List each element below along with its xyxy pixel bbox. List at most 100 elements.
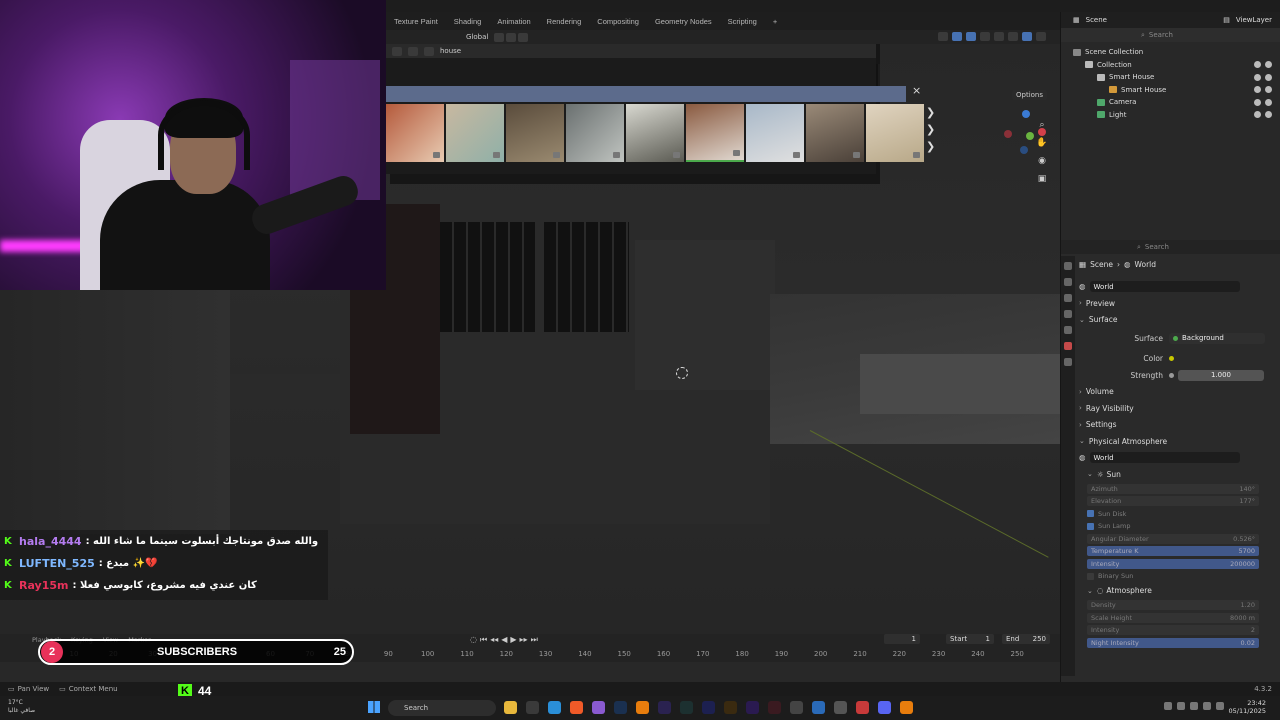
azimuth-field[interactable]: Azimuth 140° — [1087, 483, 1259, 494]
photoshop-icon[interactable] — [614, 701, 627, 714]
camera-view-icon[interactable]: ◉ — [1036, 156, 1048, 168]
pan-hand-icon[interactable]: ✋ — [1036, 138, 1048, 150]
outliner-search-input[interactable]: Search — [1149, 31, 1173, 39]
asset-thumbnail[interactable] — [806, 104, 864, 162]
tool-tab-icon[interactable] — [1064, 262, 1072, 270]
premiere-icon[interactable] — [746, 701, 759, 714]
language-icon[interactable] — [1177, 702, 1185, 710]
render-tab-icon[interactable] — [1064, 278, 1072, 286]
camera-render-icon[interactable] — [1265, 86, 1272, 94]
asset-thumbnail[interactable] — [746, 104, 804, 162]
discord-icon[interactable] — [878, 701, 891, 714]
asset-thumbnail[interactable] — [866, 104, 924, 162]
intensity-field[interactable]: Intensity 200000 — [1087, 558, 1259, 569]
outliner-row[interactable]: Camera — [1061, 96, 1280, 109]
visual-studio-icon[interactable] — [592, 701, 605, 714]
audition-icon[interactable] — [680, 701, 693, 714]
view-mode-icon[interactable] — [408, 46, 418, 56]
gizmo-neg-x-dot[interactable] — [1004, 130, 1012, 138]
atm-intensity-field[interactable]: Intensity 2 — [1087, 625, 1259, 636]
start-frame-field[interactable]: Start 1 — [946, 634, 994, 644]
next-page-icon[interactable]: ❯ — [926, 140, 935, 153]
panel-atmosphere[interactable]: ⌄ ◌ Atmosphere — [1079, 583, 1279, 600]
intensity[interactable]: Intensity 200000 — [1087, 558, 1279, 571]
store-icon[interactable] — [526, 701, 539, 714]
output-tab-icon[interactable] — [1064, 294, 1072, 302]
wireframe-shading-icon[interactable] — [994, 32, 1004, 41]
current-frame-field[interactable]: 1 — [884, 634, 920, 644]
temperature[interactable]: Temperature K 5700 — [1087, 545, 1279, 558]
camera-render-icon[interactable] — [1265, 111, 1272, 119]
jump-end-icon[interactable]: ⏭ — [531, 635, 538, 645]
outliner-row[interactable]: Scene Collection — [1061, 46, 1280, 59]
eye-icon[interactable] — [1254, 98, 1261, 106]
wifi-icon[interactable] — [1190, 702, 1198, 710]
tab-geometry-nodes[interactable]: Geometry Nodes — [647, 17, 720, 26]
prev-keyframe-icon[interactable]: ◂◂ — [490, 635, 498, 645]
color-socket-icon[interactable] — [1169, 356, 1174, 362]
surface-shader-field[interactable]: Background — [1169, 332, 1265, 344]
world-tab-icon[interactable] — [1064, 342, 1072, 350]
angular-diameter[interactable]: Angular Diameter 0.526° — [1087, 533, 1279, 546]
outliner-row[interactable]: Smart House — [1061, 71, 1280, 84]
windows-start-icon[interactable] — [368, 701, 380, 713]
gizmo-neg-z-dot[interactable] — [1020, 146, 1028, 154]
next-keyframe-icon[interactable]: ▸▸ — [520, 635, 528, 645]
timeline-keyframe-area[interactable] — [0, 662, 1060, 682]
next-page-icon[interactable]: ❯ — [926, 106, 935, 119]
volume-icon[interactable] — [1203, 702, 1211, 710]
lock-icon[interactable]: ▣ — [1036, 174, 1048, 186]
scene-tab-icon[interactable] — [1064, 326, 1072, 334]
eye-icon[interactable] — [1254, 61, 1261, 69]
asset-thumbnail[interactable] — [626, 104, 684, 162]
strength-field[interactable]: 1.000 — [1178, 369, 1264, 381]
panel-surface[interactable]: ⌄ Surface — [1079, 312, 1279, 329]
view-layer-tab-icon[interactable] — [1064, 310, 1072, 318]
world-datablock-field[interactable]: World — [1089, 281, 1240, 293]
blender-icon[interactable] — [636, 701, 649, 714]
asset-thumbnail[interactable] — [446, 104, 504, 162]
media-encoder-icon[interactable] — [702, 701, 715, 714]
tab-compositing[interactable]: Compositing — [589, 17, 647, 26]
tab-rendering[interactable]: Rendering — [539, 17, 590, 26]
pivot-icon[interactable] — [494, 32, 505, 42]
night-intensity[interactable]: Night Intensity 0.02 — [1087, 637, 1279, 650]
material-preview-icon[interactable] — [1022, 32, 1032, 41]
tab-animation[interactable]: Animation — [489, 17, 538, 26]
density-field[interactable]: Density 1.20 — [1087, 600, 1259, 611]
eye-icon[interactable] — [1254, 111, 1261, 119]
panel-volume[interactable]: › Volume — [1079, 384, 1279, 401]
checkbox[interactable] — [1087, 522, 1094, 530]
checkbox[interactable] — [1087, 572, 1094, 580]
after-effects-icon[interactable] — [658, 701, 671, 714]
properties-search[interactable]: ⌕ Search — [1061, 240, 1280, 254]
illustrator-icon[interactable] — [724, 701, 737, 714]
add-workspace-button[interactable]: + — [765, 17, 785, 26]
zoom-icon[interactable]: ⌕ — [1036, 120, 1048, 132]
pa-world-field[interactable]: World — [1089, 452, 1240, 464]
jump-start-icon[interactable]: ⏮ — [480, 635, 487, 645]
tab-texture-paint[interactable]: Texture Paint — [386, 17, 446, 26]
panel-ray-visibility[interactable]: › Ray Visibility — [1079, 400, 1279, 417]
battery-icon[interactable] — [1216, 702, 1224, 710]
app-icon[interactable] — [790, 701, 803, 714]
next-page-icon[interactable]: ❯ — [926, 123, 935, 136]
collection-tab-icon[interactable] — [1064, 358, 1072, 366]
binary-sun[interactable]: Binary Sun — [1087, 570, 1279, 583]
eye-icon[interactable] — [1254, 86, 1261, 94]
outliner-row[interactable]: Light — [1061, 109, 1280, 122]
temperature-field[interactable]: Temperature K 5700 — [1087, 546, 1259, 557]
app-icon[interactable] — [812, 701, 825, 714]
brave-icon[interactable] — [570, 701, 583, 714]
sun-lamp[interactable]: Sun Lamp — [1087, 520, 1279, 533]
asset-thumbnail[interactable] — [386, 104, 444, 162]
app-icon[interactable] — [834, 701, 847, 714]
azimuth[interactable]: Azimuth 140° — [1087, 483, 1279, 496]
overlay-toggle-icon[interactable] — [966, 32, 976, 41]
asset-thumbnail[interactable] — [506, 104, 564, 162]
density[interactable]: Density 1.20 — [1087, 599, 1279, 612]
xray-icon[interactable] — [980, 32, 990, 41]
3d-cursor[interactable] — [676, 367, 688, 379]
eye-icon[interactable] — [1254, 73, 1261, 81]
atm-intensity[interactable]: Intensity 2 — [1087, 624, 1279, 637]
